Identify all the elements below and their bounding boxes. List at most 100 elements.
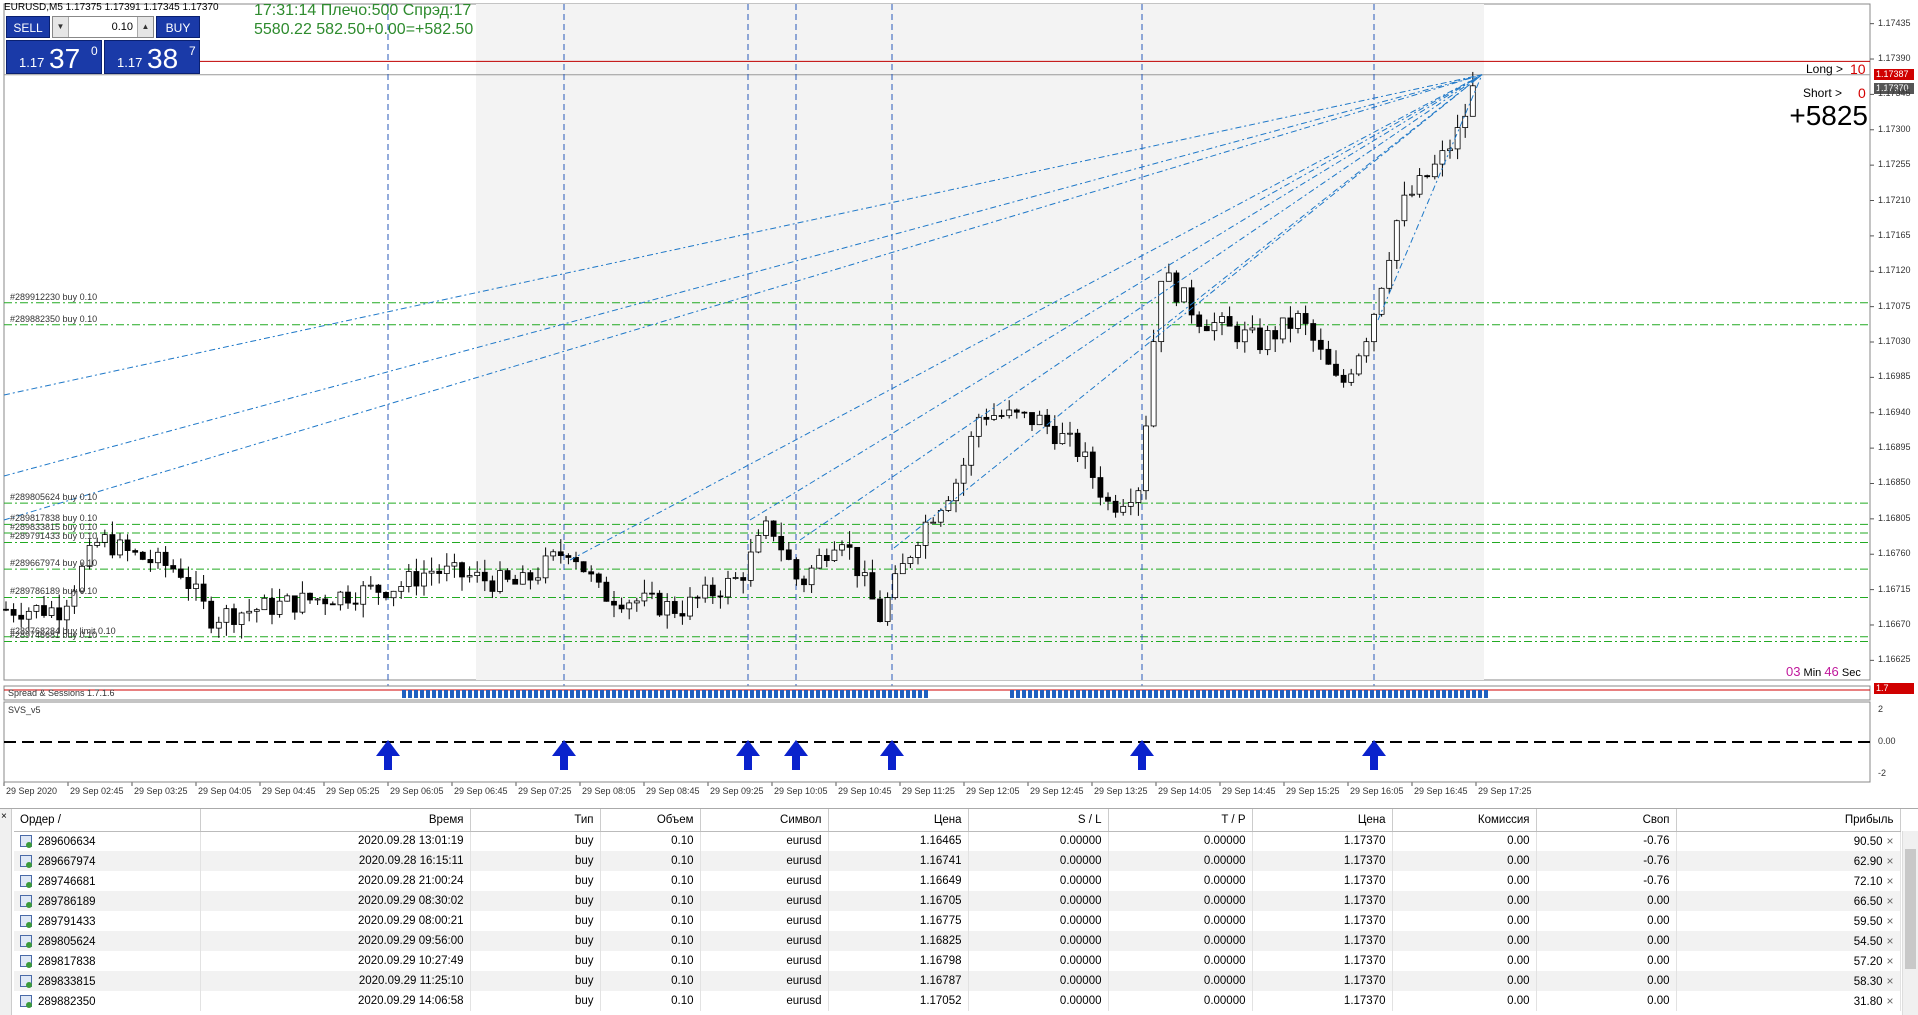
order-cell: 289786189 <box>14 891 201 911</box>
column-header[interactable]: Комиссия <box>1392 809 1537 832</box>
order-cell: 0.00 <box>1536 891 1677 911</box>
y-tick-label: 1.16895 <box>1878 442 1911 453</box>
buy-price-button[interactable]: 1.17 38 7 <box>104 40 200 74</box>
session-bar <box>1280 690 1284 698</box>
session-bar <box>1334 690 1338 698</box>
orders-scrollbar[interactable] <box>1902 831 1918 1015</box>
order-cell: 2020.09.29 08:30:02 <box>200 891 471 911</box>
column-header[interactable]: Символ <box>700 809 829 832</box>
x-tick-label: 29 Sep 12:05 <box>966 786 1020 796</box>
column-header[interactable]: Своп <box>1536 809 1677 832</box>
candle-body <box>763 520 769 536</box>
sell-button[interactable]: SELL <box>6 16 50 38</box>
close-order-icon[interactable]: × <box>1882 914 1893 928</box>
session-bar <box>1064 690 1068 698</box>
order-row[interactable]: 289667974 2020.09.28 16:15:11 buy 0.10 eurus… <box>14 851 1901 871</box>
close-order-icon[interactable]: × <box>1882 894 1893 908</box>
session-bar <box>726 690 730 698</box>
order-cell: 2020.09.29 10:27:49 <box>200 951 471 971</box>
session-bar <box>744 690 748 698</box>
lot-increase-icon[interactable]: ▲ <box>137 17 153 37</box>
candle-body <box>1165 272 1172 282</box>
session-bar <box>1184 690 1188 698</box>
column-header[interactable]: T / P <box>1108 809 1253 832</box>
session-bar <box>1346 690 1350 698</box>
candle-body <box>1469 85 1476 117</box>
lot-decrease-icon[interactable]: ▼ <box>53 17 69 37</box>
session-bar <box>1304 690 1308 698</box>
session-bar <box>1022 690 1026 698</box>
order-row[interactable]: 289791433 2020.09.29 08:00:21 buy 0.10 eurus… <box>14 911 1901 931</box>
candle-body <box>1021 411 1028 414</box>
session-bar <box>1208 690 1212 698</box>
session-bar <box>828 690 832 698</box>
session-bar <box>1448 690 1452 698</box>
order-cell: 0.00000 <box>968 891 1109 911</box>
session-bar <box>1400 690 1404 698</box>
sell-price-button[interactable]: 1.17 37 0 <box>6 40 102 74</box>
order-row[interactable]: 289606634 2020.09.28 13:01:19 buy 0.10 eurus… <box>14 831 1901 851</box>
order-level-label: #289882350 buy 0.10 <box>10 313 98 324</box>
candle-body <box>1203 326 1210 332</box>
order-cell: 1.17052 <box>828 991 969 1011</box>
column-header[interactable]: Цена <box>1252 809 1393 832</box>
session-bar <box>1256 690 1260 698</box>
candle-body <box>679 613 686 617</box>
session-bar <box>1460 690 1464 698</box>
column-header[interactable]: Прибыль <box>1676 809 1901 832</box>
candle-body <box>725 577 731 598</box>
close-order-icon[interactable]: × <box>1882 834 1893 848</box>
close-terminal-icon[interactable]: × <box>1 811 7 822</box>
session-bar <box>432 690 436 698</box>
candle-body <box>428 570 435 574</box>
column-header[interactable]: Цена <box>828 809 969 832</box>
total-profit: +5825 <box>1789 100 1868 131</box>
x-tick-label: 29 Sep 11:25 <box>902 786 955 796</box>
close-order-icon[interactable]: × <box>1882 954 1893 968</box>
close-order-icon[interactable]: × <box>1882 934 1893 948</box>
buy-button[interactable]: BUY <box>156 16 200 38</box>
session-bar <box>576 690 580 698</box>
lot-size-input[interactable] <box>69 18 137 36</box>
candle-body <box>1059 433 1066 445</box>
session-bar <box>1142 690 1146 698</box>
candle-body <box>299 592 306 613</box>
price-chart[interactable]: EURUSD,M5 1.17375 1.17391 1.17345 1.1737… <box>0 0 1918 806</box>
orders-table: Ордер / Время Тип Объем Символ Цена S / LT / P… <box>14 809 1901 1011</box>
close-order-icon[interactable]: × <box>1882 874 1893 888</box>
order-cell: 0.00 <box>1392 951 1537 971</box>
order-row[interactable]: 289746681 2020.09.28 21:00:24 buy 0.10 eurus… <box>14 871 1901 891</box>
column-header[interactable]: Тип <box>470 809 601 832</box>
order-cell: 0.00 <box>1536 931 1677 951</box>
session-bar <box>1328 690 1332 698</box>
column-header[interactable]: Объем <box>600 809 701 832</box>
order-row[interactable]: 289786189 2020.09.29 08:30:02 buy 0.10 eurus… <box>14 891 1901 911</box>
session-bar <box>1028 690 1032 698</box>
close-order-icon[interactable]: × <box>1882 974 1893 988</box>
order-cell: 1.17370 <box>1252 891 1393 911</box>
scroll-thumb[interactable] <box>1905 849 1916 969</box>
session-bar <box>492 690 496 698</box>
column-header[interactable]: Ордер / <box>14 809 201 832</box>
candle-body <box>641 592 648 602</box>
order-row[interactable]: 289882350 2020.09.29 14:06:58 buy 0.10 eurus… <box>14 991 1901 1011</box>
session-bar <box>582 690 586 698</box>
candle-body <box>512 578 519 585</box>
column-header[interactable]: S / L <box>968 809 1109 832</box>
order-row[interactable]: 289833815 2020.09.29 11:25:10 buy 0.10 eurus… <box>14 971 1901 991</box>
close-order-icon[interactable]: × <box>1882 994 1893 1008</box>
candle-body <box>1158 280 1165 343</box>
session-bar <box>540 690 544 698</box>
order-cell: 0.00000 <box>1108 891 1253 911</box>
candle-body <box>208 600 215 629</box>
session-bar <box>600 690 604 698</box>
candle-body <box>732 577 739 579</box>
order-row[interactable]: 289817838 2020.09.29 10:27:49 buy 0.10 eurus… <box>14 951 1901 971</box>
column-header[interactable]: Время <box>200 809 471 832</box>
candle-body <box>649 592 655 595</box>
candle-body <box>1135 490 1142 503</box>
close-order-icon[interactable]: × <box>1882 854 1893 868</box>
chart-canvas[interactable] <box>0 0 1918 806</box>
order-row[interactable]: 289805624 2020.09.29 09:56:00 buy 0.10 eurus… <box>14 931 1901 951</box>
candle-body <box>930 521 937 524</box>
